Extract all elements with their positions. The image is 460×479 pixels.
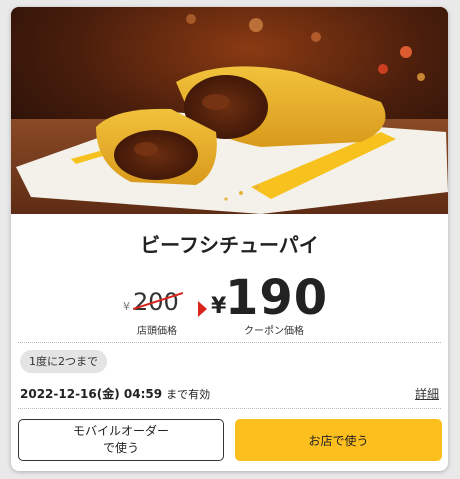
divider — [18, 408, 441, 409]
coupon-price: 190 — [225, 270, 329, 326]
price-strikethrough — [133, 292, 183, 310]
valid-suffix: まで有効 — [166, 388, 211, 401]
coupon-price-label: クーポン価格 — [244, 326, 304, 337]
details-link[interactable]: 詳細 — [415, 385, 439, 402]
validity: 2022-12-16(金) 04:59 まで有効 — [20, 385, 210, 402]
usage-limit-badge: 1度に2つまで — [20, 350, 107, 373]
mobile-order-label-line2: で使う — [102, 441, 139, 455]
use-in-store-button[interactable]: お店で使う — [235, 419, 442, 461]
mobile-order-label-line1: モバイルオーダー — [72, 424, 169, 438]
original-price-label: 店頭価格 — [137, 326, 177, 337]
price-arrow-icon — [198, 301, 207, 317]
product-photo — [11, 7, 448, 214]
valid-until-date: 2022-12-16(金) 04:59 — [20, 387, 163, 401]
divider — [18, 342, 441, 343]
mobile-order-button[interactable]: モバイルオーダー で使う — [18, 419, 224, 461]
original-price-currency: ¥ — [123, 300, 130, 313]
coupon-card[interactable]: ビーフシチューパイ ¥ 200 ¥ 190 店頭価格 クーポン価格 1度に2つま… — [11, 7, 448, 471]
price-row: ¥ 200 ¥ 190 店頭価格 クーポン価格 — [11, 265, 448, 337]
product-title: ビーフシチューパイ — [140, 233, 319, 257]
